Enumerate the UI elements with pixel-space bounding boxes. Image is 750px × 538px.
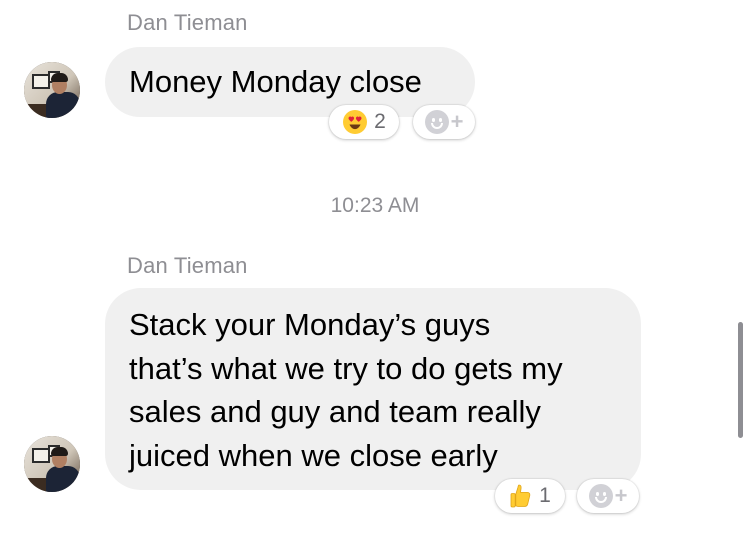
heart-eyes-emoji-icon — [343, 110, 368, 134]
reaction-count: 2 — [374, 110, 386, 133]
message-text: Money Monday close — [129, 64, 422, 99]
plus-icon: + — [614, 483, 628, 508]
message-bubble[interactable]: Stack your Monday’s guys that’s what we … — [105, 288, 641, 490]
smiley-face-icon — [588, 484, 613, 508]
reaction-pill[interactable]: 1 — [495, 479, 565, 513]
sender-name: Dan Tieman — [127, 10, 248, 35]
timestamp: 10:23 AM — [330, 194, 420, 217]
message-text-line: that’s what we try to do gets my — [129, 350, 563, 386]
plus-icon: + — [450, 109, 464, 134]
message-bubble[interactable]: Money Monday close — [105, 47, 475, 117]
avatar[interactable] — [24, 436, 80, 492]
add-reaction-button[interactable]: + — [413, 105, 475, 139]
smiley-face-icon — [424, 110, 449, 134]
add-reaction-button[interactable]: + — [577, 479, 639, 513]
avatar[interactable] — [24, 62, 80, 118]
message-text-line: sales and guy and team really — [129, 394, 541, 429]
reaction-pill[interactable]: 2 — [329, 105, 399, 139]
reaction-count: 1 — [539, 484, 551, 507]
sender-name: Dan Tieman — [127, 253, 248, 278]
message-text-line: juiced when we close early — [129, 437, 498, 473]
message-text-line: Stack your Monday’s guys — [129, 307, 491, 342]
thumbs-up-emoji-icon — [510, 484, 531, 508]
scrollbar[interactable] — [738, 322, 743, 438]
